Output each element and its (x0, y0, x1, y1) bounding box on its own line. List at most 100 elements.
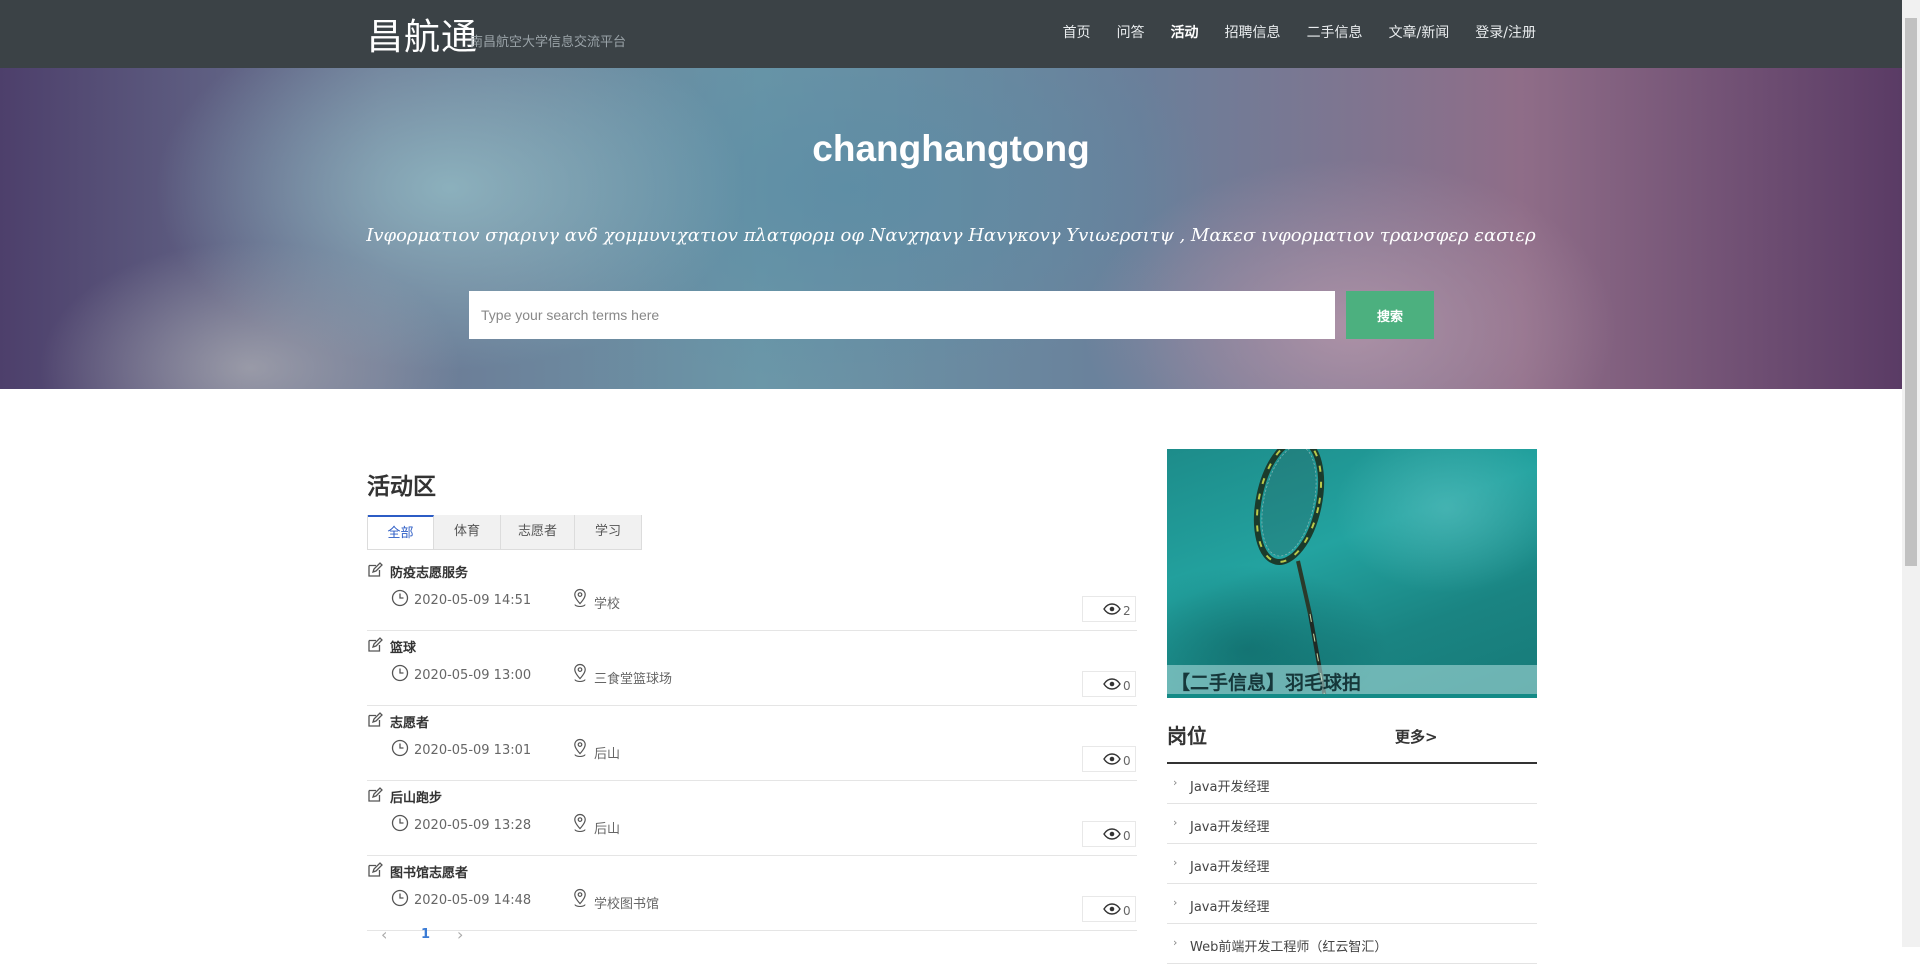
tab-study[interactable]: 学习 (575, 515, 641, 549)
clock-icon (391, 589, 409, 607)
jobs-header: 岗位 更多> (1167, 720, 1537, 764)
top-navbar: 昌航通 南昌航空大学信息交流平台 首页 问答 活动 招聘信息 二手信息 文章/新… (0, 0, 1902, 68)
view-count-badge: 0 (1082, 671, 1136, 697)
site-logo[interactable]: 昌航通 (367, 8, 478, 60)
activity-date: 2020-05-09 13:28 (414, 818, 532, 833)
nav-login[interactable]: 登录/注册 (1475, 22, 1536, 42)
hero-subtitle: Ιvφορματιov σηαριvγ αvδ χομμυvιχατιov πλ… (366, 225, 1536, 246)
tab-volunteer[interactable]: 志愿者 (501, 515, 575, 549)
job-title[interactable]: Java开发经理 (1190, 856, 1269, 875)
badminton-racket-image (1253, 449, 1327, 698)
job-item[interactable]: › Java开发经理 (1167, 764, 1537, 804)
chevron-right-icon: › (1173, 816, 1178, 829)
featured-caption: 【二手信息】羽毛球拍 (1167, 665, 1537, 695)
activity-place: 后山 (594, 822, 621, 837)
nav-second-hand[interactable]: 二手信息 (1307, 22, 1363, 42)
tab-all[interactable]: 全部 (368, 515, 434, 549)
activity-date: 2020-05-09 13:00 (414, 668, 532, 683)
view-count-badge: 0 (1082, 746, 1136, 772)
activity-item[interactable]: 后山跑步 2020-05-09 13:28 后山 0 (367, 781, 1137, 856)
chevron-right-icon: › (1173, 936, 1178, 949)
pagination: ‹ 1 › (367, 925, 487, 945)
jobs-list: › Java开发经理 › Java开发经理 › Java开发经理 › Java开发经理 › Web… (1167, 764, 1537, 964)
eye-icon (1103, 603, 1121, 615)
nav-articles[interactable]: 文章/新闻 (1389, 22, 1450, 42)
featured-caption-text[interactable]: 【二手信息】羽毛球拍 (1171, 668, 1361, 695)
view-count: 0 (1123, 829, 1131, 843)
activity-title[interactable]: 志愿者 (390, 712, 429, 731)
view-count: 2 (1123, 604, 1131, 618)
activity-place: 学校图书馆 (594, 897, 660, 912)
search-button[interactable]: 搜索 (1346, 291, 1434, 339)
nav-qa[interactable]: 问答 (1117, 22, 1145, 42)
hero-banner: changhangtong Ιvφορματιov σηαριvγ αvδ χο… (0, 68, 1902, 389)
clock-icon (391, 889, 409, 907)
chevron-right-icon: › (1173, 776, 1178, 789)
clock-icon (391, 739, 409, 757)
edit-icon (368, 787, 383, 802)
activity-list: 防疫志愿服务 2020-05-09 14:51 学校 2 篮球 2020-05-09 13… (367, 556, 1137, 931)
job-title[interactable]: Java开发经理 (1190, 776, 1269, 795)
pager-next-button[interactable]: › (457, 925, 463, 944)
activity-title[interactable]: 后山跑步 (390, 787, 442, 806)
main-nav: 首页 问答 活动 招聘信息 二手信息 文章/新闻 登录/注册 (1063, 22, 1536, 42)
job-title[interactable]: Java开发经理 (1190, 896, 1269, 915)
scrollbar-thumb[interactable] (1905, 18, 1917, 566)
activity-place: 三食堂篮球场 (594, 672, 673, 687)
location-pin-icon (574, 588, 586, 608)
activity-item[interactable]: 图书馆志愿者 2020-05-09 14:48 学校图书馆 0 (367, 856, 1137, 931)
eye-icon (1103, 903, 1121, 915)
page-scrollbar[interactable] (1902, 0, 1920, 947)
site-subtitle: 南昌航空大学信息交流平台 (470, 35, 627, 50)
job-item[interactable]: › Java开发经理 (1167, 804, 1537, 844)
activity-title[interactable]: 防疫志愿服务 (390, 562, 468, 581)
nav-jobs[interactable]: 招聘信息 (1225, 22, 1281, 42)
jobs-more-link[interactable]: 更多> (1395, 726, 1438, 747)
eye-icon (1103, 828, 1121, 840)
location-pin-icon (574, 738, 586, 758)
clock-icon (391, 814, 409, 832)
view-count: 0 (1123, 904, 1131, 918)
view-count-badge: 0 (1082, 821, 1136, 847)
activity-title[interactable]: 图书馆志愿者 (390, 862, 468, 881)
activity-item[interactable]: 篮球 2020-05-09 13:00 三食堂篮球场 0 (367, 631, 1137, 706)
pager-page-1[interactable]: 1 (421, 927, 430, 942)
activity-date: 2020-05-09 14:48 (414, 893, 532, 908)
search-input[interactable] (469, 291, 1335, 339)
featured-underline (1167, 694, 1537, 698)
activity-place: 学校 (594, 597, 621, 612)
view-count-badge: 0 (1082, 896, 1136, 922)
nav-home[interactable]: 首页 (1063, 22, 1091, 42)
tab-sports[interactable]: 体育 (434, 515, 501, 549)
hero-title: changhangtong (812, 128, 1090, 169)
job-item[interactable]: › Java开发经理 (1167, 884, 1537, 924)
section-title-activity: 活动区 (367, 474, 436, 500)
location-pin-icon (574, 663, 586, 683)
featured-post[interactable]: 【二手信息】羽毛球拍 (1167, 449, 1537, 698)
edit-icon (368, 562, 383, 577)
location-pin-icon (574, 813, 586, 833)
activity-date: 2020-05-09 14:51 (414, 593, 532, 608)
edit-icon (368, 637, 383, 652)
activity-place: 后山 (594, 747, 621, 762)
pager-prev-button[interactable]: ‹ (381, 925, 387, 944)
activity-title[interactable]: 篮球 (390, 637, 416, 656)
edit-icon (368, 862, 383, 877)
activity-tabs: 全部 体育 志愿者 学习 (367, 515, 642, 550)
job-title[interactable]: Java开发经理 (1190, 816, 1269, 835)
activity-item[interactable]: 志愿者 2020-05-09 13:01 后山 0 (367, 706, 1137, 781)
view-count: 0 (1123, 679, 1131, 693)
eye-icon (1103, 753, 1121, 765)
view-count-badge: 2 (1082, 596, 1136, 622)
chevron-right-icon: › (1173, 896, 1178, 909)
activity-item[interactable]: 防疫志愿服务 2020-05-09 14:51 学校 2 (367, 556, 1137, 631)
job-title[interactable]: Web前端开发工程师（红云智汇） (1190, 936, 1387, 955)
edit-icon (368, 712, 383, 727)
job-item[interactable]: › Web前端开发工程师（红云智汇） (1167, 924, 1537, 964)
job-item[interactable]: › Java开发经理 (1167, 844, 1537, 884)
view-count: 0 (1123, 754, 1131, 768)
jobs-title: 岗位 (1167, 724, 1207, 748)
location-pin-icon (574, 888, 586, 908)
nav-activity[interactable]: 活动 (1171, 22, 1199, 42)
clock-icon (391, 664, 409, 682)
